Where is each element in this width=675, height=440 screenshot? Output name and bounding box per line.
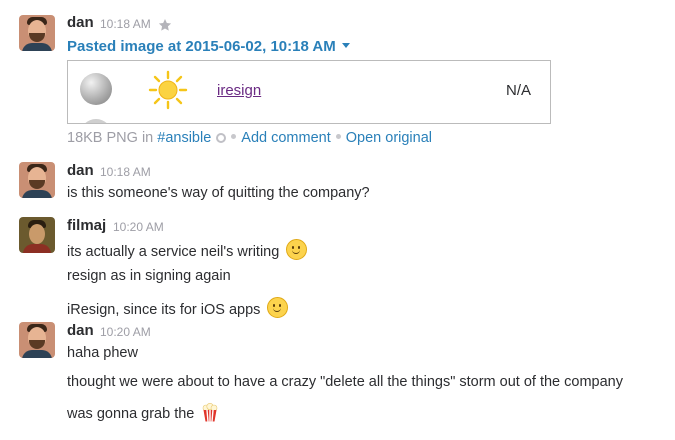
message-text-content: was gonna grab the: [67, 406, 199, 422]
gray-ball-image: [80, 73, 112, 105]
author-name[interactable]: dan: [67, 14, 94, 31]
message-text: iResign, since its for iOS apps: [67, 297, 289, 318]
caret-down-icon[interactable]: [341, 43, 350, 48]
separator-dot: [335, 134, 341, 139]
message-text: thought we were about to have a crazy "d…: [67, 374, 623, 390]
message-text: its actually a service neil's writing: [67, 239, 308, 260]
timestamp[interactable]: 10:18 AM: [100, 165, 151, 179]
open-original-link[interactable]: Open original: [346, 130, 432, 146]
separator-dot: [231, 134, 237, 139]
message-text-content: iResign, since its for iOS apps: [67, 302, 265, 318]
file-meta: 18KB PNG in #ansible Add comment Open orig…: [67, 130, 432, 146]
add-comment-link[interactable]: Add comment: [241, 130, 330, 146]
preview-link-text: iresign: [217, 82, 262, 99]
message-text: was gonna grab the: [67, 403, 218, 422]
author-name[interactable]: dan: [67, 162, 94, 179]
slightly-smiling-emoji: [267, 297, 289, 318]
image-preview[interactable]: iresign N/A: [67, 60, 551, 124]
channel-link[interactable]: #ansible: [157, 130, 211, 146]
gray-ball-image-2: [80, 119, 112, 123]
avatar[interactable]: [19, 15, 55, 51]
sun-icon: [148, 70, 188, 110]
timestamp[interactable]: 10:18 AM: [100, 17, 151, 31]
file-title-text[interactable]: Pasted image at 2015-06-02, 10:18 AM: [67, 38, 336, 55]
message-text: haha phew: [67, 345, 138, 361]
message-text: resign as in signing again: [67, 268, 231, 284]
timestamp[interactable]: 10:20 AM: [100, 325, 151, 339]
author-name[interactable]: filmaj: [67, 217, 106, 234]
file-size-type: 18KB PNG in: [67, 130, 158, 146]
message-text: is this someone's way of quitting the co…: [67, 185, 370, 201]
file-title-link[interactable]: Pasted image at 2015-06-02, 10:18 AM: [67, 38, 350, 55]
slightly-smiling-emoji: [286, 239, 308, 260]
avatar[interactable]: [19, 162, 55, 198]
message-text-content: its actually a service neil's writing: [67, 244, 284, 260]
channel-circle-icon: [216, 133, 227, 143]
popcorn-emoji: [203, 403, 218, 422]
timestamp[interactable]: 10:20 AM: [113, 220, 164, 234]
avatar[interactable]: [19, 322, 55, 358]
preview-status-text: N/A: [506, 82, 532, 99]
star-icon[interactable]: [158, 18, 172, 32]
author-name[interactable]: dan: [67, 322, 94, 339]
avatar[interactable]: [19, 217, 55, 253]
